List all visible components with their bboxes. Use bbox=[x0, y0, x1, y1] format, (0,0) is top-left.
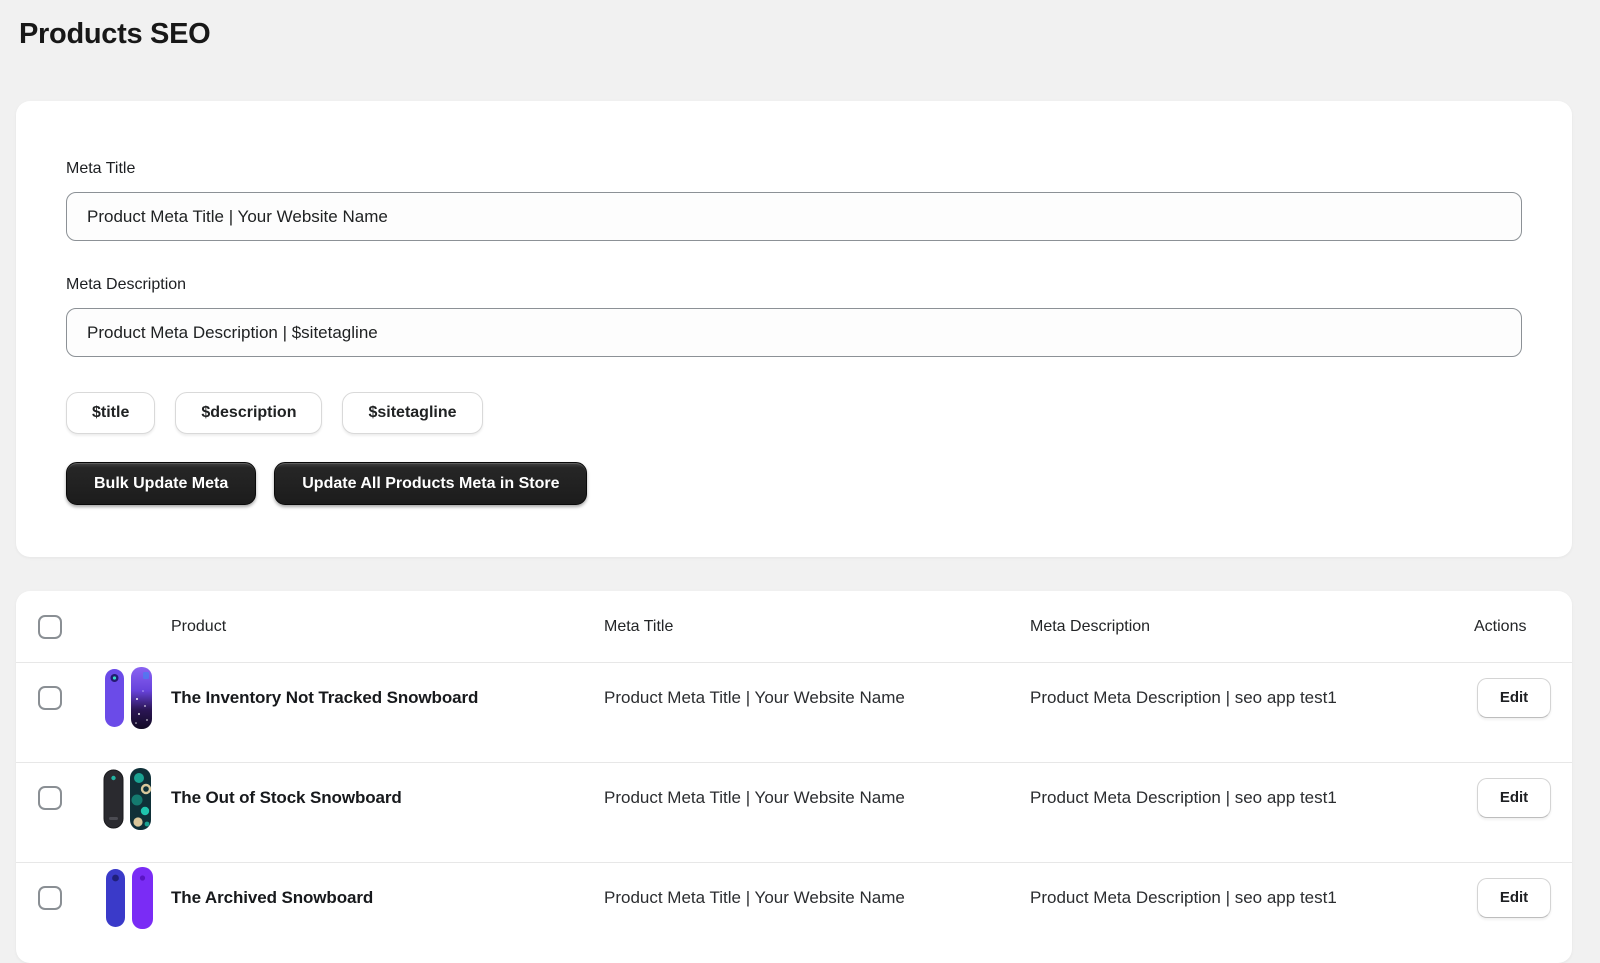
snowboard-product-thumbnail bbox=[100, 765, 158, 831]
table-header-row: Product Meta Title Meta Description Acti… bbox=[16, 591, 1572, 663]
edit-button[interactable]: Edit bbox=[1477, 678, 1551, 718]
select-all-checkbox[interactable] bbox=[38, 615, 62, 639]
product-meta-description: Product Meta Description | seo app test1 bbox=[1030, 888, 1474, 908]
product-name: The Inventory Not Tracked Snowboard bbox=[171, 688, 604, 708]
meta-title-input[interactable] bbox=[66, 192, 1522, 241]
column-header-actions: Actions bbox=[1474, 618, 1572, 636]
product-meta-title: Product Meta Title | Your Website Name bbox=[604, 688, 1030, 708]
meta-description-field: Meta Description bbox=[66, 276, 1522, 357]
products-table-card: Product Meta Title Meta Description Acti… bbox=[16, 591, 1572, 963]
header-checkbox-cell bbox=[16, 615, 100, 639]
snowboard-product-thumbnail bbox=[100, 866, 158, 932]
row-checkbox[interactable] bbox=[38, 886, 62, 910]
row-checkbox[interactable] bbox=[38, 686, 62, 710]
form-actions: Bulk Update Meta Update All Products Met… bbox=[66, 462, 1522, 505]
page-title: Products SEO bbox=[19, 18, 210, 50]
description-variable-pill[interactable]: $description bbox=[175, 392, 322, 434]
bulk-update-meta-button[interactable]: Bulk Update Meta bbox=[66, 462, 256, 505]
product-meta-description: Product Meta Description | seo app test1 bbox=[1030, 788, 1474, 808]
bulk-meta-form-card: Meta Title Meta Description $title $desc… bbox=[16, 101, 1572, 557]
column-header-product: Product bbox=[171, 618, 604, 636]
product-name: The Out of Stock Snowboard bbox=[171, 788, 604, 808]
product-meta-title: Product Meta Title | Your Website Name bbox=[604, 788, 1030, 808]
snowboard-product-thumbnail bbox=[100, 665, 158, 731]
meta-description-label: Meta Description bbox=[66, 276, 1522, 294]
sitetagline-variable-pill[interactable]: $sitetagline bbox=[342, 392, 482, 434]
meta-description-input[interactable] bbox=[66, 308, 1522, 357]
edit-button[interactable]: Edit bbox=[1477, 878, 1551, 918]
row-checkbox[interactable] bbox=[38, 786, 62, 810]
table-row: The Inventory Not Tracked Snowboard Prod… bbox=[16, 663, 1572, 763]
update-all-products-meta-button[interactable]: Update All Products Meta in Store bbox=[274, 462, 587, 505]
product-meta-title: Product Meta Title | Your Website Name bbox=[604, 888, 1030, 908]
column-header-meta-title: Meta Title bbox=[604, 618, 1030, 636]
variable-pills: $title $description $sitetagline bbox=[66, 392, 1522, 434]
title-variable-pill[interactable]: $title bbox=[66, 392, 155, 434]
table-row: The Archived Snowboard Product Meta Titl… bbox=[16, 863, 1572, 963]
column-header-meta-description: Meta Description bbox=[1030, 618, 1474, 636]
edit-button[interactable]: Edit bbox=[1477, 778, 1551, 818]
meta-title-label: Meta Title bbox=[66, 160, 1522, 178]
product-meta-description: Product Meta Description | seo app test1 bbox=[1030, 688, 1474, 708]
meta-title-field: Meta Title bbox=[66, 160, 1522, 241]
product-name: The Archived Snowboard bbox=[171, 888, 604, 908]
table-row: The Out of Stock Snowboard Product Meta … bbox=[16, 763, 1572, 863]
